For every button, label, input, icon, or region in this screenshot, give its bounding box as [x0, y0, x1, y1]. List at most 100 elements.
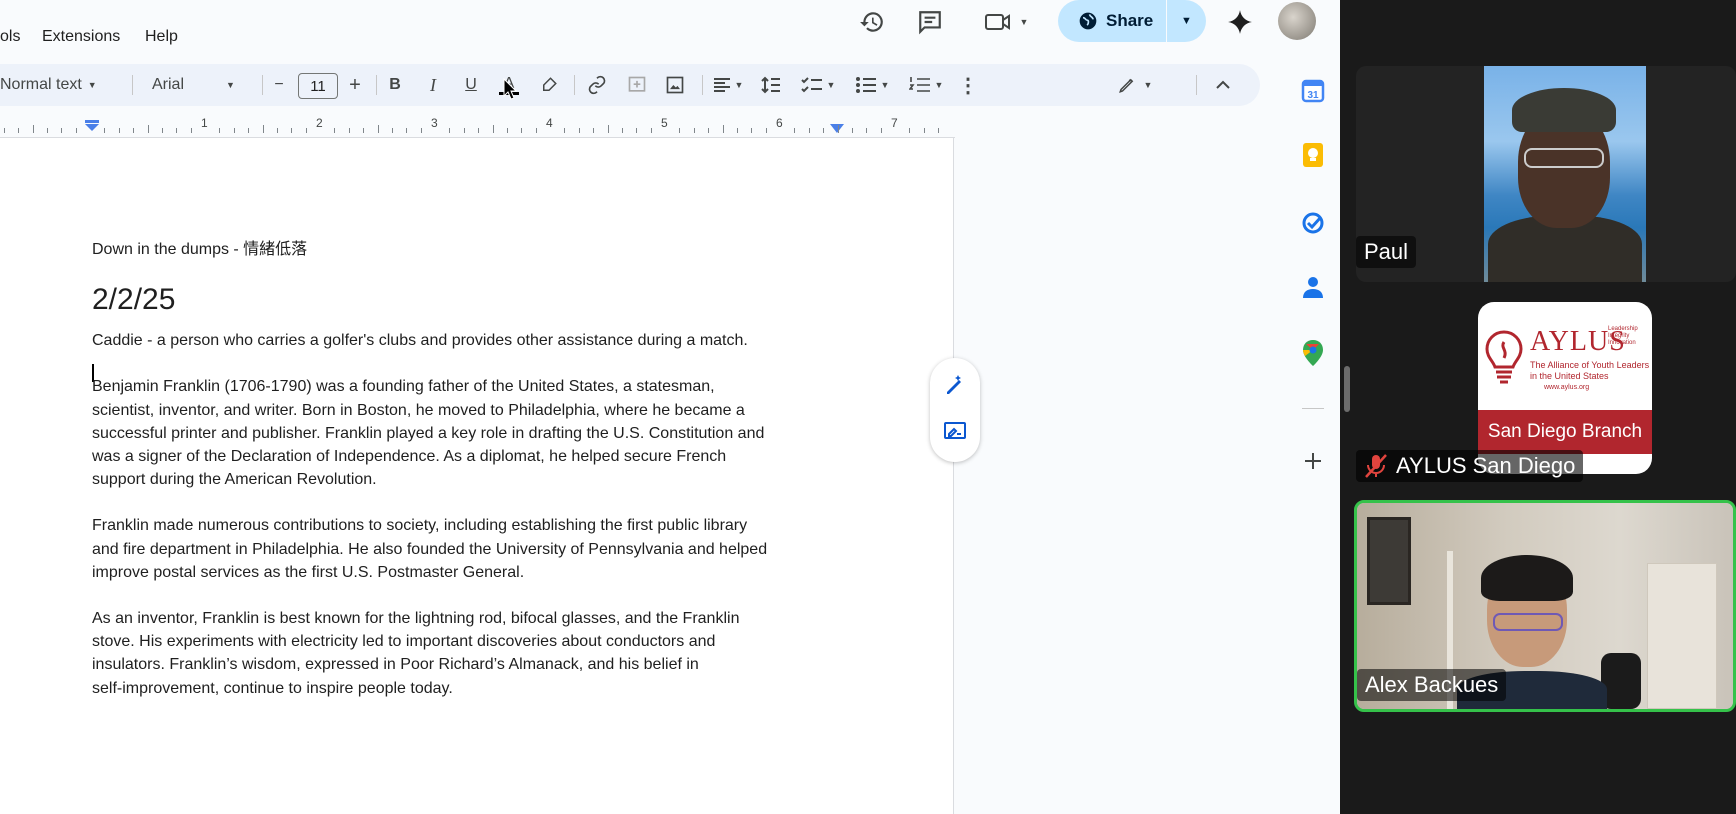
ruler-tick: [46, 128, 48, 133]
gemini-sparkle-icon[interactable]: [1222, 4, 1258, 40]
ruler-label: 3: [431, 116, 438, 130]
line-spacing-icon[interactable]: [756, 64, 786, 106]
paragraph-line: self-improvement, continue to inspire pe…: [92, 679, 453, 697]
chevron-down-icon: ▼: [226, 80, 235, 90]
ruler-tick: [765, 128, 767, 133]
participant-tile-paul[interactable]: Paul: [1356, 66, 1736, 282]
more-options-icon[interactable]: ⋮: [958, 64, 978, 106]
paragraph-line: stove. His experiments with electricity …: [92, 633, 716, 651]
share-main[interactable]: Share: [1058, 0, 1166, 42]
empty-line: [92, 491, 852, 514]
video-figure: [1524, 148, 1604, 168]
decrease-font-size-button[interactable]: −: [266, 64, 292, 106]
ruler-tick: [708, 128, 710, 133]
left-indent-marker-icon[interactable]: [84, 120, 100, 134]
calendar-day: 31: [1307, 90, 1319, 101]
aylus-motto-word: Innovation: [1608, 340, 1636, 346]
chevron-down-icon: ▼: [1019, 17, 1029, 27]
insert-image-icon[interactable]: [660, 64, 690, 106]
paragraph-line: improve postal services as the first U.S…: [92, 563, 525, 581]
font-size-input[interactable]: 11: [298, 73, 338, 99]
increase-font-size-button[interactable]: +: [342, 64, 368, 106]
ruler-tick: [291, 128, 293, 133]
panel-resize-handle[interactable]: [1344, 366, 1350, 412]
paragraph-line: support during the American Revolution.: [92, 471, 377, 489]
document-page[interactable]: Down in the dumps - 情緒低落 2/2/25 Caddie -…: [0, 138, 954, 814]
hide-menus-chevron-up-icon[interactable]: [1208, 64, 1238, 106]
participant-name: Paul: [1356, 236, 1417, 268]
underline-button[interactable]: U: [458, 64, 484, 106]
comments-icon[interactable]: [912, 4, 948, 40]
ruler-tick: [636, 128, 638, 133]
bulleted-list-icon[interactable]: ▼: [850, 64, 894, 106]
ruler-tick: [262, 125, 264, 133]
ruler-tick: [564, 128, 566, 133]
help-me-write-icon[interactable]: [943, 372, 967, 401]
ruler-tick: [679, 128, 681, 133]
ruler-tick: [880, 128, 882, 133]
meet-video-icon[interactable]: ▼: [978, 4, 1034, 40]
ruler-tick: [837, 125, 839, 133]
checklist-icon[interactable]: ▼: [796, 64, 840, 106]
menu-tools[interactable]: ols: [0, 28, 20, 46]
ruler-tick: [823, 128, 825, 133]
ruler-tick: [535, 128, 537, 133]
aylus-logo-url: www.aylus.org: [1544, 384, 1590, 391]
aylus-motto-word: Integrity: [1608, 333, 1630, 339]
paragraph-line: Benjamin Franklin (1706-1790) was a foun…: [92, 378, 715, 396]
maps-icon[interactable]: [1296, 336, 1330, 370]
menu-extensions[interactable]: Extensions: [42, 28, 120, 46]
account-avatar[interactable]: [1278, 2, 1316, 40]
italic-button[interactable]: I: [420, 64, 446, 106]
zoom-gallery-panel: Paul AYLUS Leadership Integrity Innovati…: [1340, 0, 1736, 814]
ruler-tick: [3, 128, 5, 133]
video-figure: [1647, 563, 1717, 709]
document-body[interactable]: Down in the dumps - 情緒低落 2/2/25 Caddie -…: [92, 238, 852, 700]
paragraph-line: was a signer of the Declaration of Indep…: [92, 448, 727, 466]
share-dropdown-button[interactable]: ▼: [1167, 0, 1206, 42]
insert-link-icon[interactable]: [582, 64, 612, 106]
ruler-tick: [751, 128, 753, 133]
floating-side-toolbar: [930, 358, 980, 462]
version-history-icon[interactable]: [854, 4, 890, 40]
suggest-edit-icon[interactable]: [943, 420, 967, 449]
editing-mode-pencil-icon[interactable]: ▼: [1108, 64, 1162, 106]
chevron-down-icon: ▼: [934, 80, 944, 90]
tasks-icon[interactable]: [1296, 206, 1330, 240]
ruler-tick: [61, 128, 63, 133]
video-figure: [1481, 555, 1573, 601]
ruler-tick: [363, 128, 365, 133]
contacts-icon[interactable]: [1296, 270, 1330, 304]
numbered-list-icon[interactable]: ▼: [904, 64, 948, 106]
ruler-tick: [377, 125, 379, 133]
ruler-label: 5: [661, 116, 668, 130]
ruler-tick: [420, 128, 422, 133]
toolbar-divider: [1196, 75, 1197, 95]
microphone-muted-icon: [1365, 454, 1387, 478]
participant-tile-aylus-san-diego[interactable]: AYLUS Leadership Integrity Innovation Th…: [1356, 296, 1736, 482]
aylus-logo: AYLUS Leadership Integrity Innovation Th…: [1478, 302, 1652, 474]
highlight-pen-icon[interactable]: [534, 64, 564, 106]
participant-name-tag: AYLUS San Diego: [1356, 450, 1584, 482]
add-comment-icon[interactable]: [622, 64, 652, 106]
side-panel-rail: 31: [1286, 64, 1340, 814]
menu-help[interactable]: Help: [145, 28, 178, 46]
calendar-icon[interactable]: 31: [1296, 74, 1330, 108]
paragraph-style-select[interactable]: Normal text ▼: [0, 64, 112, 106]
align-left-icon[interactable]: ▼: [708, 64, 748, 106]
bold-button[interactable]: B: [382, 64, 408, 106]
ruler-tick: [851, 128, 853, 133]
toolbar-divider: [132, 75, 133, 95]
ruler-tick: [607, 125, 609, 133]
doc-paragraph-franklin-inventions: As an inventor, Franklin is best known f…: [92, 607, 852, 700]
keep-icon[interactable]: [1296, 138, 1330, 172]
horizontal-ruler: 1 2 3 4 5 6 7: [0, 112, 955, 138]
font-family-select[interactable]: Arial ▼: [152, 64, 248, 106]
doc-line-idiom: Down in the dumps - 情緒低落: [92, 241, 308, 258]
share-button[interactable]: Share ▼: [1058, 0, 1206, 42]
video-figure: [1601, 653, 1641, 709]
add-icon[interactable]: [1296, 444, 1330, 478]
ruler-tick: [478, 128, 480, 133]
ruler-label: 4: [546, 116, 553, 130]
participant-tile-alex-backues[interactable]: Alex Backues: [1354, 500, 1736, 712]
